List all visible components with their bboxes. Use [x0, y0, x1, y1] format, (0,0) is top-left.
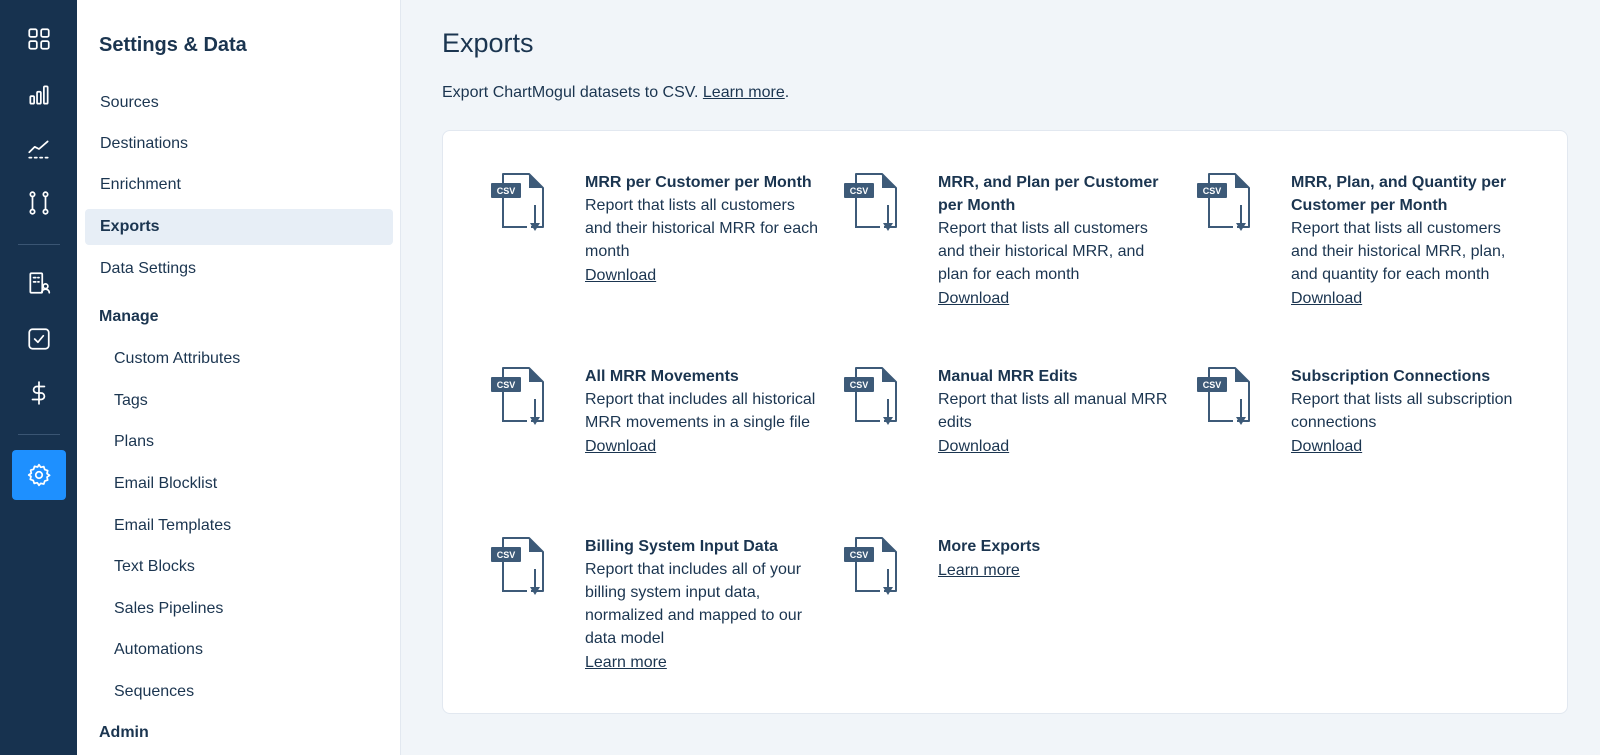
learn-more-link[interactable]: Learn more: [585, 650, 667, 675]
bar-chart-icon[interactable]: [12, 70, 66, 120]
export-text: All MRR Movements Report that includes a…: [585, 365, 821, 459]
sidebar-item-text-blocks[interactable]: Text Blocks: [85, 549, 393, 585]
sidebar-item-automations[interactable]: Automations: [85, 632, 393, 668]
csv-label: CSV: [497, 186, 516, 196]
export-text: Billing System Input Data Report that in…: [585, 535, 821, 675]
export-text: MRR, Plan, and Quantity per Customer per…: [1291, 171, 1527, 311]
pipeline-icon[interactable]: [12, 178, 66, 228]
export-name: More Exports: [938, 538, 1041, 555]
download-link[interactable]: Download: [938, 434, 1009, 459]
intro-text: Export ChartMogul datasets to CSV. Learn…: [442, 84, 789, 102]
sidebar-item-sequences[interactable]: Sequences: [85, 674, 393, 710]
export-text: Manual MRR Edits Report that lists all m…: [938, 365, 1174, 459]
csv-file-icon: CSV: [1197, 367, 1250, 425]
page-title: Exports: [442, 28, 534, 58]
csv-label: CSV: [850, 380, 869, 390]
exports-card: CSV MRR per Customer per Month Report th…: [442, 130, 1568, 714]
export-description: Report that lists all manual MRR edits: [938, 391, 1168, 431]
sidebar-item-sales-pipelines[interactable]: Sales Pipelines: [85, 591, 393, 627]
export-text: Subscription Connections Report that lis…: [1291, 365, 1527, 459]
csv-file-icon: CSV: [844, 173, 897, 231]
dashboard-icon[interactable]: [12, 14, 66, 64]
manage-heading: Manage: [99, 308, 159, 325]
icon-rail: [0, 0, 77, 755]
download-link[interactable]: Download: [585, 434, 656, 459]
trend-line-icon[interactable]: [12, 124, 66, 174]
csv-file-icon: CSV: [491, 367, 544, 425]
sidebar-item-data-settings[interactable]: Data Settings: [85, 251, 393, 287]
sidebar-item-enrichment[interactable]: Enrichment: [85, 167, 393, 203]
sidebar-item-email-blocklist[interactable]: Email Blocklist: [85, 466, 393, 502]
csv-label: CSV: [1203, 186, 1222, 196]
export-name: MRR, Plan, and Quantity per Customer per…: [1291, 174, 1507, 214]
sidebar-item-plans[interactable]: Plans: [85, 424, 393, 460]
sidebar-item-tags[interactable]: Tags: [85, 383, 393, 419]
csv-label: CSV: [850, 550, 869, 560]
download-link[interactable]: Download: [938, 286, 1009, 311]
csv-file-icon: CSV: [844, 367, 897, 425]
export-name: Subscription Connections: [1291, 368, 1491, 385]
export-name: Manual MRR Edits: [938, 368, 1078, 385]
download-link[interactable]: Download: [1291, 434, 1362, 459]
csv-label: CSV: [1203, 380, 1222, 390]
download-link[interactable]: Download: [1291, 286, 1362, 311]
csv-file-icon: CSV: [844, 537, 897, 595]
checkbox-icon[interactable]: [12, 314, 66, 364]
csv-label: CSV: [850, 186, 869, 196]
sidebar-title: Settings & Data: [99, 34, 247, 56]
export-name: Billing System Input Data: [585, 538, 778, 555]
sidebar-item-exports[interactable]: Exports: [85, 209, 393, 245]
intro-text-end: .: [784, 84, 790, 101]
intro-text-body: Export ChartMogul datasets to CSV.: [442, 84, 699, 101]
export-text: MRR per Customer per Month Report that l…: [585, 171, 821, 288]
admin-heading: Admin: [99, 724, 149, 741]
export-description: Report that lists all customers and thei…: [1291, 220, 1506, 283]
export-description: Report that lists all customers and thei…: [585, 197, 818, 260]
export-text: More Exports Learn more: [938, 535, 1174, 583]
sidebar-item-sources[interactable]: Sources: [85, 85, 393, 121]
buildings-icon[interactable]: [12, 258, 66, 308]
learn-more-link[interactable]: Learn more: [938, 558, 1020, 583]
export-name: All MRR Movements: [585, 368, 739, 385]
csv-file-icon: CSV: [491, 173, 544, 231]
csv-label: CSV: [497, 380, 516, 390]
intro-learn-more-link[interactable]: Learn more: [703, 84, 785, 101]
gear-icon[interactable]: [12, 450, 66, 500]
export-description: Report that lists all subscription conne…: [1291, 391, 1513, 431]
main-content: Exports Export ChartMogul datasets to CS…: [401, 0, 1600, 755]
sidebar-item-custom-attributes[interactable]: Custom Attributes: [85, 341, 393, 377]
rail-divider: [18, 244, 60, 245]
export-description: Report that lists all customers and thei…: [938, 220, 1148, 283]
export-description: Report that includes all historical MRR …: [585, 391, 816, 431]
sidebar-item-destinations[interactable]: Destinations: [85, 126, 393, 162]
sidebar-item-email-templates[interactable]: Email Templates: [85, 508, 393, 544]
settings-sidebar: Settings & Data Sources Destinations Enr…: [77, 0, 401, 755]
csv-file-icon: CSV: [1197, 173, 1250, 231]
csv-label: CSV: [497, 550, 516, 560]
rail-divider: [18, 434, 60, 435]
dollar-icon[interactable]: [12, 368, 66, 418]
export-description: Report that includes all of your billing…: [585, 561, 803, 647]
export-name: MRR per Customer per Month: [585, 174, 812, 191]
export-name: MRR, and Plan per Customer per Month: [938, 174, 1159, 214]
csv-file-icon: CSV: [491, 537, 544, 595]
download-link[interactable]: Download: [585, 263, 656, 288]
export-text: MRR, and Plan per Customer per Month Rep…: [938, 171, 1174, 311]
